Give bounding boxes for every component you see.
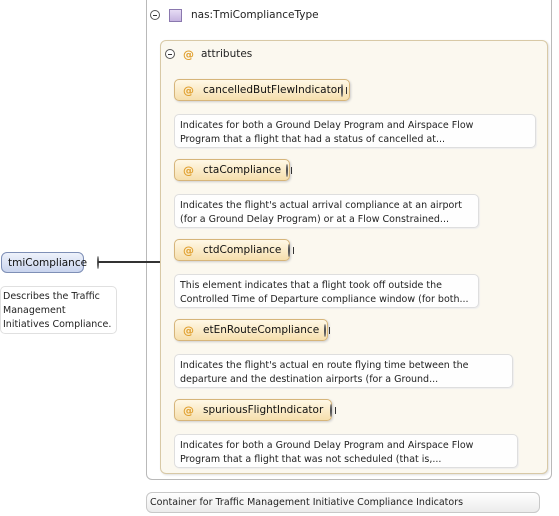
attribute-node[interactable]: @ cancelledButFlewIndicator — [174, 79, 351, 101]
attribute-icon: @ — [183, 83, 194, 97]
element-description: Describes the Traffic Management Initiat… — [0, 286, 117, 334]
expand-toggle-icon[interactable] — [286, 164, 288, 177]
attribute-node[interactable]: @ etEnRouteCompliance — [174, 319, 329, 341]
attribute-name: ctdCompliance — [203, 244, 282, 256]
collapse-toggle-icon[interactable] — [165, 49, 175, 59]
attribute-icon: @ — [183, 243, 194, 257]
complex-type-icon — [169, 8, 182, 22]
attribute-node[interactable]: @ ctdCompliance — [174, 239, 291, 261]
attribute-description: Indicates for both a Ground Delay Progra… — [174, 434, 518, 468]
attribute-name: ctaCompliance — [203, 164, 282, 176]
element-node[interactable]: tmiCompliance — [1, 252, 88, 273]
expand-toggle-icon[interactable] — [324, 324, 326, 337]
attribute-icon: @ — [183, 47, 194, 61]
expand-toggle-icon[interactable] — [288, 244, 290, 257]
type-description: Container for Traffic Management Initiat… — [146, 492, 540, 513]
type-name: nas:TmiComplianceType — [191, 9, 319, 21]
attribute-node[interactable]: @ spuriousFlightIndicator — [174, 399, 333, 421]
connector-line — [98, 261, 160, 263]
collapse-toggle-icon[interactable] — [150, 10, 160, 20]
attribute-description: Indicates for both a Ground Delay Progra… — [174, 114, 536, 148]
attribute-description: This element indicates that a flight too… — [174, 274, 479, 308]
attribute-name: etEnRouteCompliance — [203, 324, 320, 336]
attribute-name: spuriousFlightIndicator — [203, 404, 324, 416]
expand-toggle-icon[interactable] — [341, 84, 343, 97]
attribute-icon: @ — [183, 163, 194, 177]
type-header: nas:TmiComplianceType — [150, 6, 319, 24]
element-name: tmiCompliance — [8, 256, 88, 269]
attribute-node[interactable]: @ ctaCompliance — [174, 159, 291, 181]
attributes-header: @ attributes — [165, 46, 252, 62]
element-description-text: Describes the Traffic Management Initiat… — [3, 291, 112, 330]
expand-toggle-icon[interactable] — [330, 404, 332, 417]
attribute-icon: @ — [183, 403, 194, 417]
attribute-description: Indicates the flight's actual en route f… — [174, 354, 513, 388]
attribute-icon: @ — [183, 323, 194, 337]
attributes-label: attributes — [201, 48, 253, 60]
attribute-description: Indicates the flight's actual arrival co… — [174, 194, 479, 228]
attribute-name: cancelledButFlewIndicator — [203, 84, 342, 96]
